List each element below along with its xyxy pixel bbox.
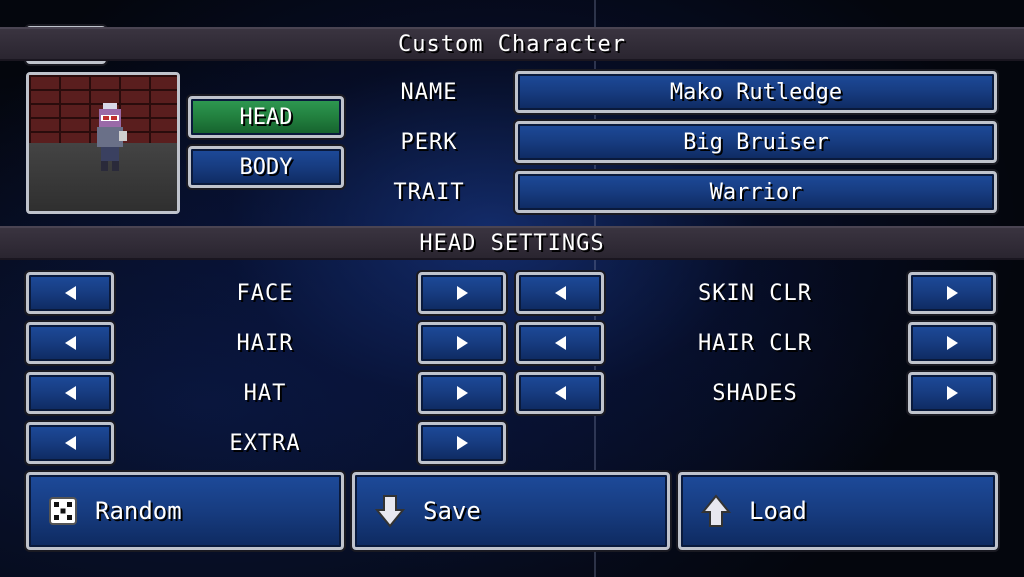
hat-next-button[interactable] xyxy=(418,372,506,414)
arrow-down-icon xyxy=(375,495,405,528)
arrow-left-icon xyxy=(64,386,76,400)
shades-next-button[interactable] xyxy=(908,372,996,414)
tab-head[interactable]: HEAD xyxy=(188,96,344,138)
page-title: Custom Character xyxy=(398,31,626,57)
face-prev-button[interactable] xyxy=(26,272,114,314)
tab-body[interactable]: BODY xyxy=(188,146,344,188)
load-button[interactable]: Load xyxy=(678,472,998,550)
tab-body-label: BODY xyxy=(239,154,293,180)
settings-bar: HEAD SETTINGS xyxy=(0,226,1024,260)
hair-clr-prev-button[interactable] xyxy=(516,322,604,364)
trait-value: Warrior xyxy=(709,179,803,205)
extra-next-button[interactable] xyxy=(418,422,506,464)
hair-clr-next-button[interactable] xyxy=(908,322,996,364)
skin-clr-label: SKIN CLR xyxy=(698,281,812,306)
name-value: Mako Rutledge xyxy=(669,79,843,105)
arrow-left-icon xyxy=(64,436,76,450)
arrow-right-icon xyxy=(946,336,958,350)
extra-prev-button[interactable] xyxy=(26,422,114,464)
random-label: Random xyxy=(95,497,182,525)
random-button[interactable]: Random xyxy=(26,472,344,550)
perk-label: PERK xyxy=(400,130,458,155)
arrow-right-icon xyxy=(456,336,468,350)
skin-clr-prev-button[interactable] xyxy=(516,272,604,314)
trait-field[interactable]: Warrior xyxy=(515,171,997,213)
hair-next-button[interactable] xyxy=(418,322,506,364)
load-label: Load xyxy=(749,497,807,525)
shades-label: SHADES xyxy=(712,381,798,406)
perk-value: Big Bruiser xyxy=(683,129,829,155)
character-portrait xyxy=(26,72,180,214)
arrow-right-icon xyxy=(456,386,468,400)
dice-icon xyxy=(49,497,77,525)
save-button[interactable]: Save xyxy=(352,472,670,550)
shades-prev-button[interactable] xyxy=(516,372,604,414)
arrow-left-icon xyxy=(554,386,566,400)
arrow-right-icon xyxy=(946,286,958,300)
arrow-left-icon xyxy=(554,336,566,350)
header-bar: Custom Character xyxy=(0,27,1024,61)
settings-title: HEAD SETTINGS xyxy=(419,230,605,256)
arrow-left-icon xyxy=(64,336,76,350)
name-label: NAME xyxy=(400,80,458,105)
trait-label: TRAIT xyxy=(393,180,465,205)
arrow-left-icon xyxy=(554,286,566,300)
face-label: FACE xyxy=(236,281,294,306)
save-label: Save xyxy=(423,497,481,525)
hat-label: HAT xyxy=(243,381,287,406)
character-sprite-icon xyxy=(97,103,127,171)
extra-label: EXTRA xyxy=(229,431,301,456)
face-next-button[interactable] xyxy=(418,272,506,314)
skin-clr-next-button[interactable] xyxy=(908,272,996,314)
hat-prev-button[interactable] xyxy=(26,372,114,414)
arrow-up-icon xyxy=(701,494,731,527)
arrow-right-icon xyxy=(456,436,468,450)
hair-clr-label: HAIR CLR xyxy=(698,331,812,356)
name-field[interactable]: Mako Rutledge xyxy=(515,71,997,113)
arrow-left-icon xyxy=(64,286,76,300)
arrow-right-icon xyxy=(946,386,958,400)
hair-label: HAIR xyxy=(236,331,294,356)
perk-field[interactable]: Big Bruiser xyxy=(515,121,997,163)
tab-head-label: HEAD xyxy=(239,104,293,130)
hair-prev-button[interactable] xyxy=(26,322,114,364)
arrow-right-icon xyxy=(456,286,468,300)
